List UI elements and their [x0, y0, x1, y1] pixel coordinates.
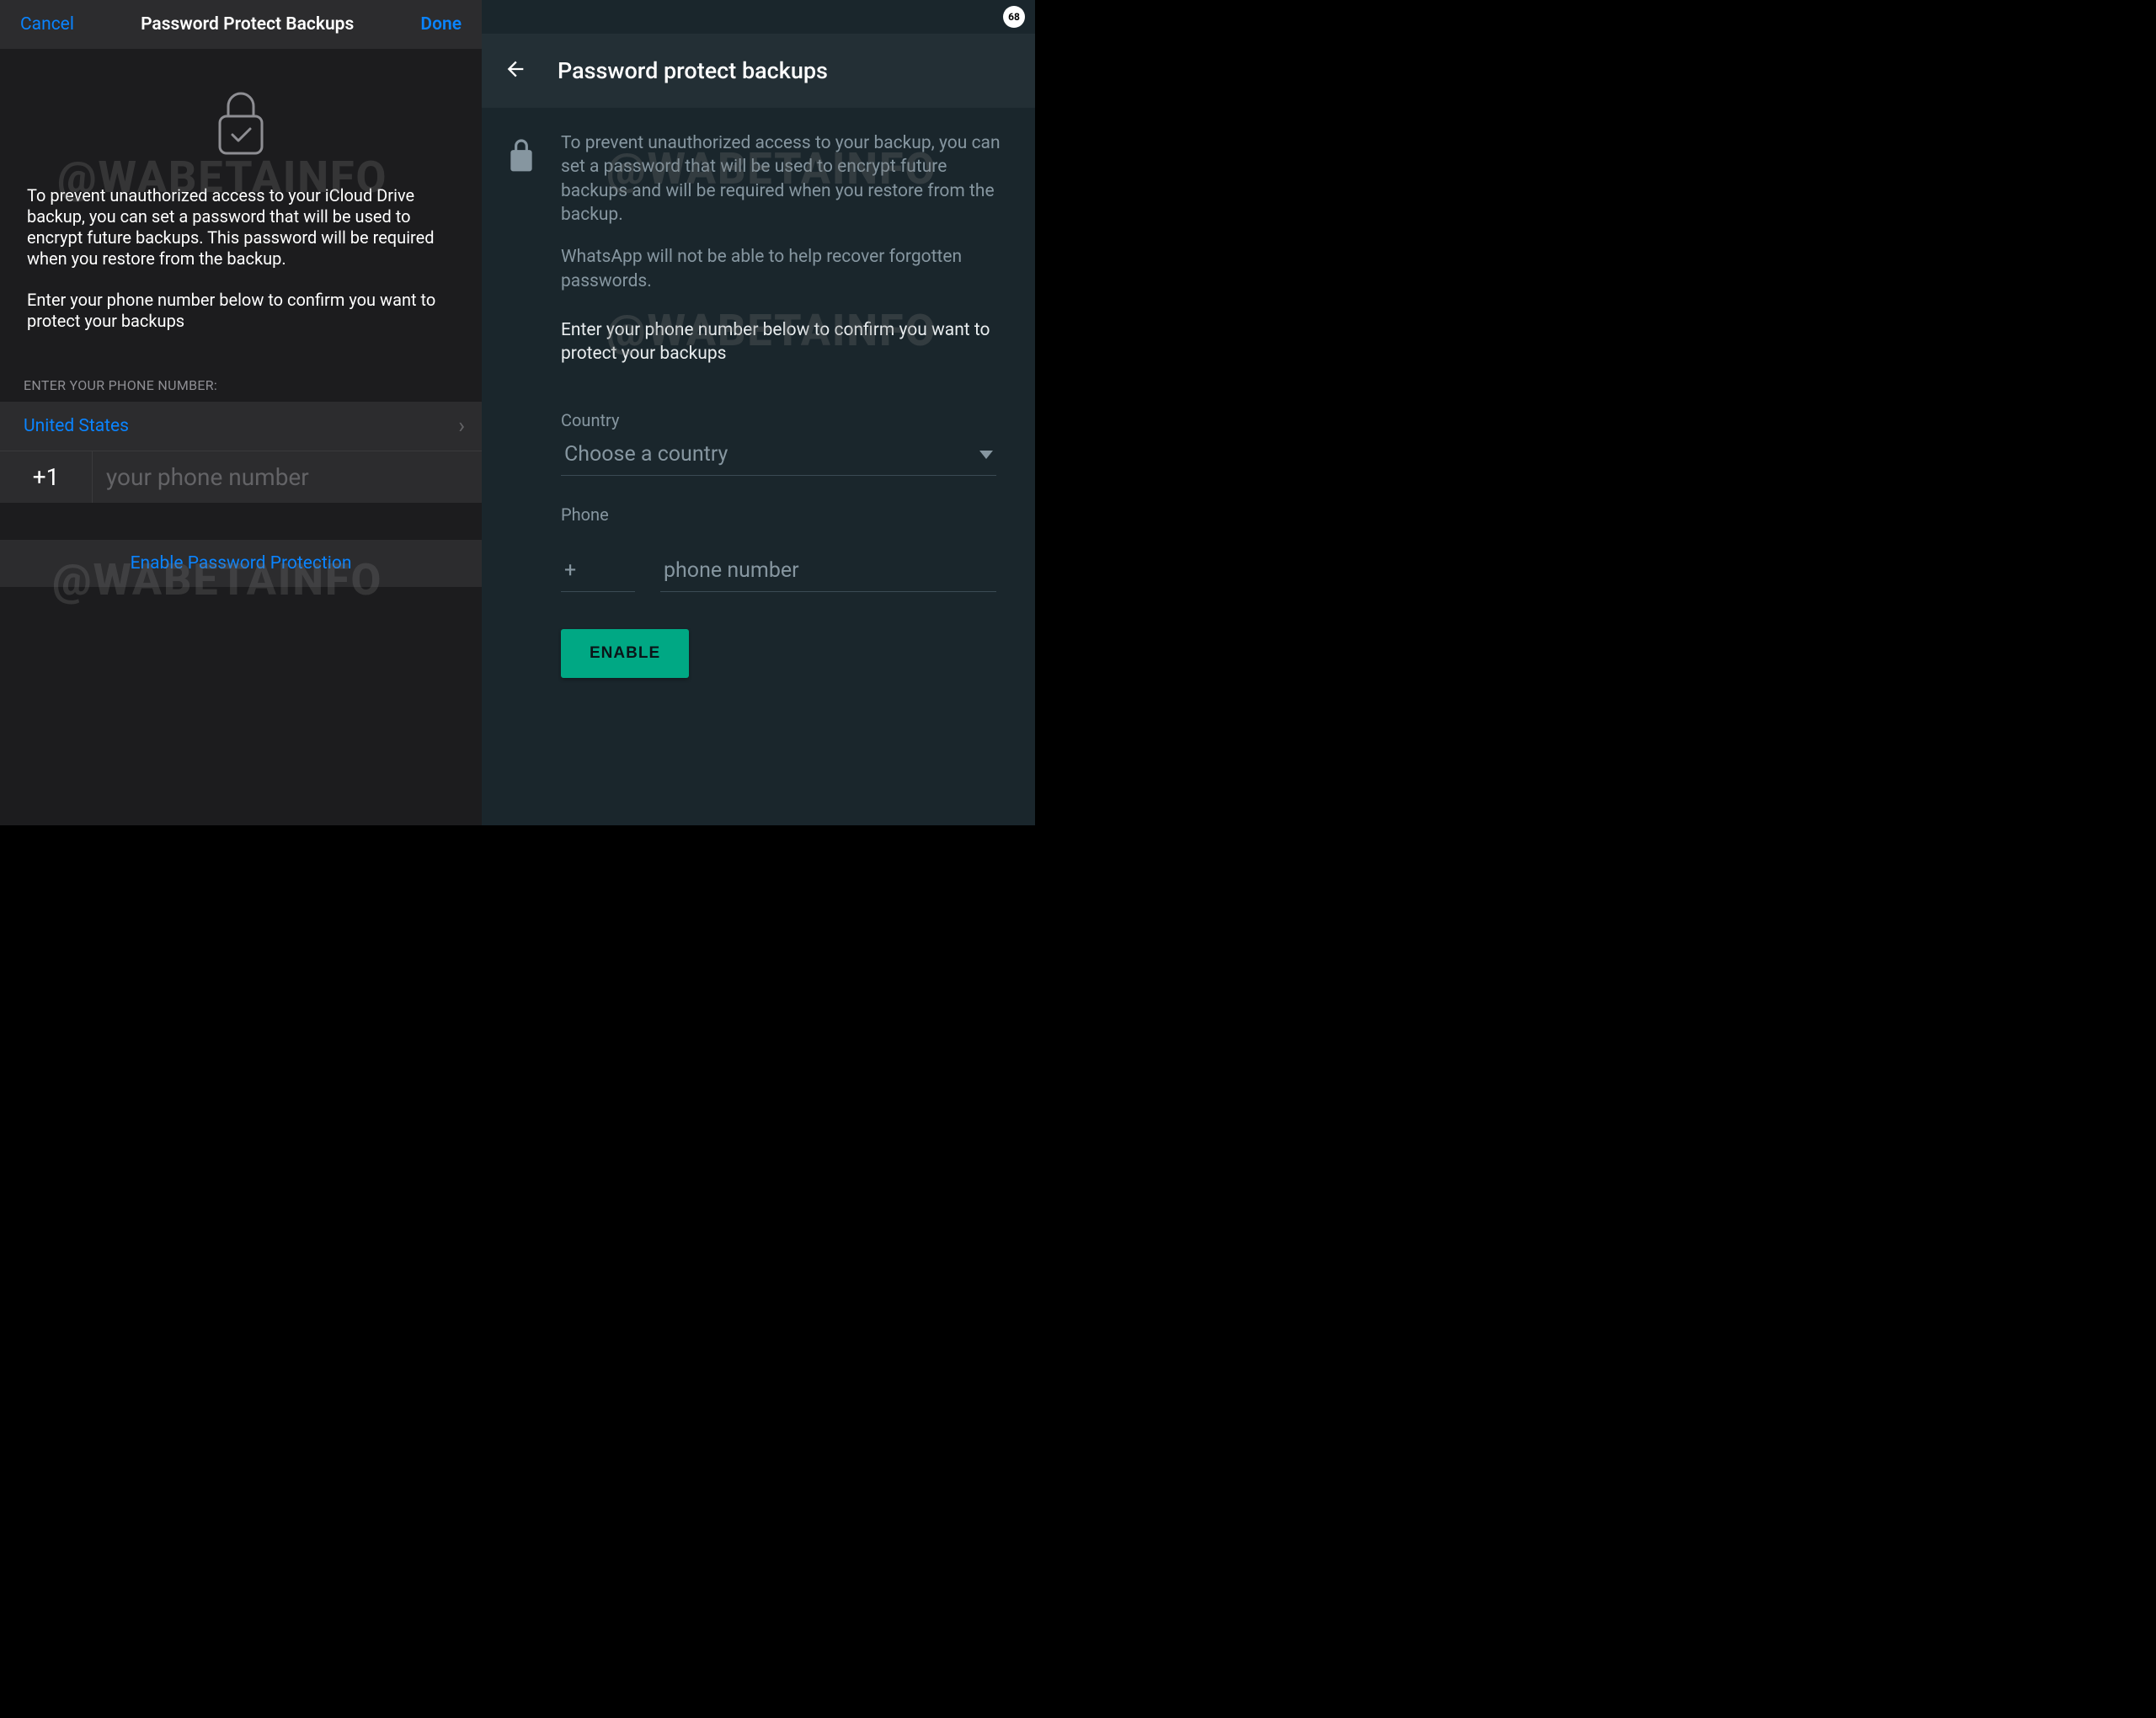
description-paragraph-2: WhatsApp will not be able to help recove…	[561, 245, 1006, 293]
cancel-button[interactable]: Cancel	[20, 14, 74, 35]
arrow-left-icon	[504, 57, 527, 81]
phone-input-group: + phone number	[561, 553, 996, 592]
enable-button[interactable]: ENABLE	[561, 629, 689, 678]
country-dropdown[interactable]: Choose a country	[561, 435, 996, 476]
country-dropdown-value: Choose a country	[564, 442, 728, 467]
description-text: To prevent unauthorized access to your i…	[0, 185, 482, 352]
back-button[interactable]	[497, 51, 534, 91]
country-selector-row[interactable]: United States ›	[0, 402, 482, 451]
phone-section-label: ENTER YOUR PHONE NUMBER:	[0, 352, 482, 402]
enable-row: Enable Password Protection	[0, 540, 482, 587]
status-bar: 68	[482, 0, 1035, 34]
country-code: +1	[0, 451, 93, 503]
notification-badge: 68	[1003, 6, 1025, 28]
description-paragraph-1: To prevent unauthorized access to your i…	[27, 185, 455, 269]
phone-label: Phone	[561, 504, 996, 525]
ios-screen: Cancel Password Protect Backups Done To …	[0, 0, 482, 825]
android-screen: 68 Password protect backups To prevent u…	[482, 0, 1035, 825]
phone-number-input[interactable]: your phone number	[93, 463, 309, 491]
caret-down-icon	[979, 446, 993, 462]
ios-nav-bar: Cancel Password Protect Backups Done	[0, 0, 482, 49]
phone-number-input[interactable]: phone number	[660, 553, 996, 592]
confirm-instruction: Enter your phone number below to confirm…	[561, 318, 1006, 366]
android-app-bar: Password protect backups	[482, 34, 1035, 108]
enable-password-protection-button[interactable]: Enable Password Protection	[131, 553, 352, 574]
description-paragraph-2: Enter your phone number below to confirm…	[27, 290, 455, 332]
description-text: To prevent unauthorized access to your b…	[561, 131, 1006, 385]
done-button[interactable]: Done	[420, 14, 462, 35]
content-area: To prevent unauthorized access to your b…	[482, 108, 1035, 385]
page-title: Password Protect Backups	[141, 14, 354, 35]
country-code-input[interactable]: +	[561, 553, 635, 592]
phone-number-row: +1 your phone number	[0, 451, 482, 503]
lock-icon	[505, 131, 539, 385]
chevron-right-icon: ›	[458, 413, 465, 439]
form-area: Country Choose a country Phone + phone n…	[482, 385, 1035, 678]
country-label: Country	[561, 410, 996, 430]
country-name: United States	[24, 416, 129, 436]
lock-shield-icon	[0, 49, 482, 185]
phone-input-group: United States › +1 your phone number	[0, 402, 482, 503]
page-title: Password protect backups	[558, 57, 828, 84]
description-paragraph-1: To prevent unauthorized access to your b…	[561, 131, 1006, 227]
